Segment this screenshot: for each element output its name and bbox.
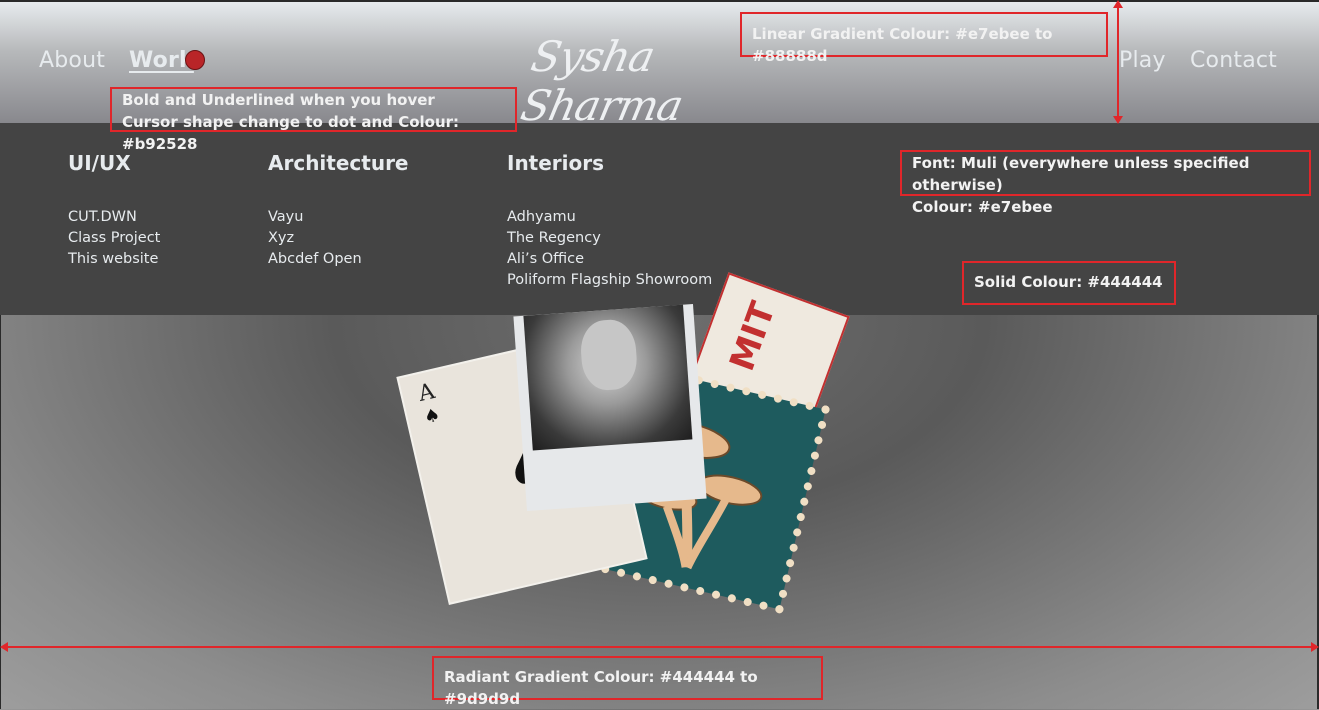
- dropdown-item[interactable]: Vayu: [268, 207, 409, 228]
- portrait-face: [578, 318, 639, 392]
- dropdown-column-uiux: UI/UX CUT.DWN Class Project This website: [68, 151, 160, 270]
- dropdown-item[interactable]: This website: [68, 249, 160, 270]
- cursor-dot-icon: [185, 50, 205, 70]
- polaroid-photo: [513, 303, 707, 512]
- dropdown-item[interactable]: Abcdef Open: [268, 249, 409, 270]
- annotation-solid: Solid Colour: #444444: [962, 261, 1176, 305]
- nav-play-link[interactable]: Play: [1119, 48, 1166, 73]
- dropdown-item[interactable]: Ali’s Office: [507, 249, 712, 270]
- ticket-text: MIT: [722, 296, 784, 377]
- annotation-text: Colour: #e7ebee: [912, 198, 1053, 216]
- card-rank: A: [416, 379, 438, 407]
- dropdown-item[interactable]: Poliform Flagship Showroom: [507, 270, 712, 291]
- annotation-radiant-gradient: Radiant Gradient Colour: #444444 to #9d9…: [432, 656, 823, 708]
- nav-about-link[interactable]: About: [39, 48, 105, 73]
- annotation-text: Font: Muli (everywhere unless specified …: [912, 154, 1250, 194]
- annotation-text: Cursor shape change to dot and Colour: #…: [122, 113, 460, 153]
- dropdown-heading[interactable]: Interiors: [507, 151, 712, 175]
- arrow-head: [0, 642, 8, 652]
- site-logo[interactable]: Sysha Sharma: [517, 32, 768, 130]
- arrow-head: [1113, 116, 1123, 124]
- dropdown-item[interactable]: Class Project: [68, 228, 160, 249]
- nav-contact-link[interactable]: Contact: [1190, 48, 1277, 73]
- annotation-hover: Bold and Underlined when you hover Curso…: [110, 87, 517, 153]
- annotation-font: Font: Muli (everywhere unless specified …: [900, 150, 1311, 216]
- hero-collage: MIT A ♠ ♠: [398, 272, 850, 625]
- annotation-text: Bold and Underlined when you hover: [122, 91, 435, 109]
- arrow-head: [1113, 0, 1123, 8]
- annotation-arrow: [1117, 4, 1119, 120]
- dropdown-column-interiors: Interiors Adhyamu The Regency Ali’s Offi…: [507, 151, 712, 291]
- dropdown-item[interactable]: Xyz: [268, 228, 409, 249]
- portrait-image: [523, 304, 693, 451]
- dropdown-item[interactable]: Adhyamu: [507, 207, 712, 228]
- annotation-arrow: [4, 646, 1315, 648]
- dropdown-item[interactable]: CUT.DWN: [68, 207, 160, 228]
- spade-icon: ♠: [421, 404, 443, 429]
- dropdown-column-architecture: Architecture Vayu Xyz Abcdef Open: [268, 151, 409, 270]
- annotation-linear-gradient: Linear Gradient Colour: #e7ebee to #8888…: [740, 12, 1108, 65]
- arrow-head: [1311, 642, 1319, 652]
- dropdown-item[interactable]: The Regency: [507, 228, 712, 249]
